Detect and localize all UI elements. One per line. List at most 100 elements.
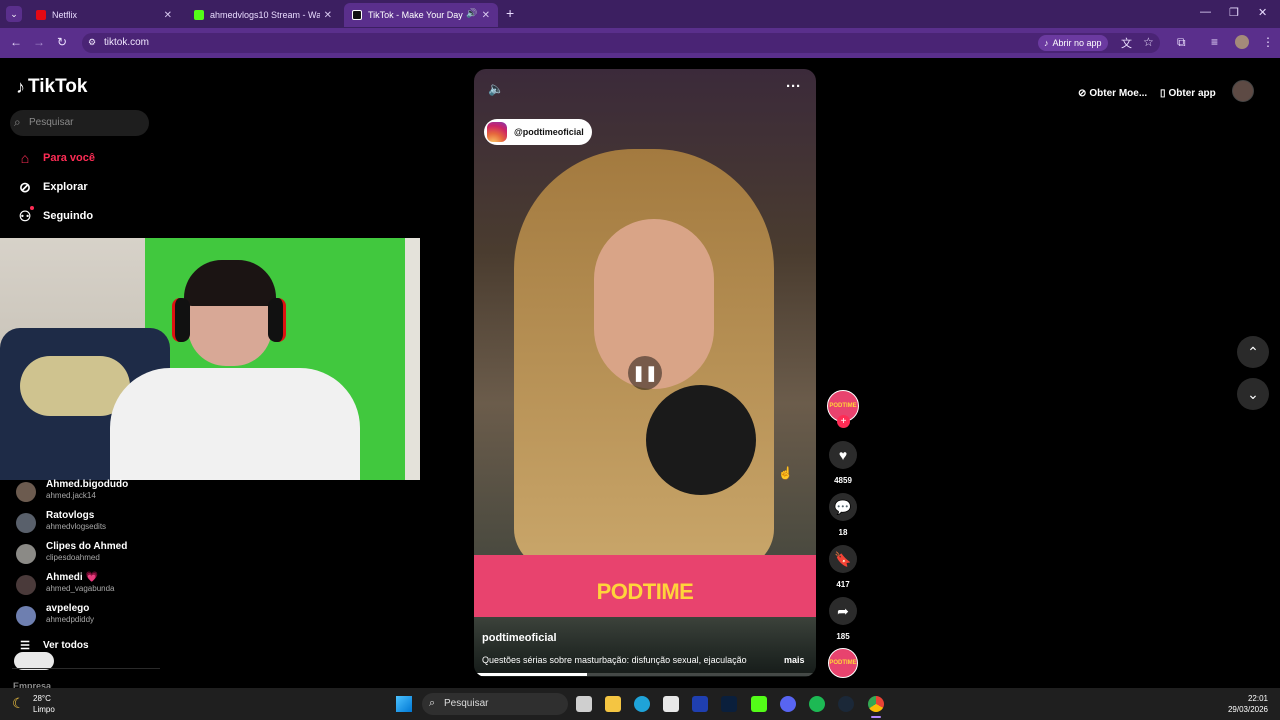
follow-plus-icon[interactable]: + <box>837 415 850 428</box>
minimize-icon[interactable]: — <box>1200 6 1211 18</box>
weather-temp: 28°C <box>33 694 51 703</box>
extensions-icon[interactable]: ⧉ <box>1177 35 1186 50</box>
account-handle: clipesdoahmed <box>46 553 100 562</box>
start-button[interactable] <box>396 696 412 712</box>
tab-netflix[interactable]: Netflix ✕ <box>28 4 180 26</box>
taskbar-search-placeholder: Pesquisar <box>444 698 489 709</box>
speaker-icon[interactable]: 🔊 <box>466 8 477 19</box>
share-button[interactable]: ➦ <box>829 597 857 625</box>
photoshop-icon[interactable] <box>721 696 737 712</box>
nav-following[interactable]: ⚇ Seguindo <box>16 205 93 227</box>
mute-icon[interactable]: 🔈 <box>488 81 504 97</box>
headphones <box>172 298 190 342</box>
share-count: 185 <box>836 632 850 641</box>
more-link[interactable]: mais <box>784 655 805 665</box>
save-count: 417 <box>836 580 850 589</box>
topic-handle: @podtimeoficial <box>514 127 584 137</box>
save-button[interactable]: 🔖 <box>829 545 857 573</box>
netflix-icon <box>36 10 46 20</box>
get-coins-button[interactable]: ⊘ Obter Moe... <box>1072 80 1153 106</box>
previous-video-button[interactable]: ⌃ <box>1237 336 1269 368</box>
following-user-icon: ⚇ <box>18 207 32 224</box>
user-avatar[interactable] <box>1232 80 1254 102</box>
progress-fill <box>474 673 587 676</box>
banner-text: PODTIME <box>596 579 694 604</box>
tab-tiktok[interactable]: TikTok - Make Your Day 🔊 ✕ <box>344 3 498 27</box>
podtime-banner: PODTIME <box>474 555 816 617</box>
coin-icon: ⊘ <box>1078 87 1087 99</box>
notification-dot <box>30 206 34 210</box>
tiktok-logo[interactable]: ♪ TikTok <box>16 76 87 98</box>
site-info-icon[interactable]: ⚙ <box>88 37 96 48</box>
video-caption: podtimeoficial Questões sérias sobre mas… <box>474 617 816 677</box>
search-input[interactable]: ⌕ Pesquisar <box>10 110 149 136</box>
steam-icon[interactable] <box>838 696 854 712</box>
next-video-button[interactable]: ⌄ <box>1237 378 1269 410</box>
task-view-icon[interactable] <box>576 696 592 712</box>
close-tab-icon[interactable]: ✕ <box>164 10 172 21</box>
tiktok-icon <box>352 10 362 20</box>
avatar <box>16 513 36 533</box>
tab-search-dropdown[interactable]: ⌄ <box>6 6 22 22</box>
avatar-text: PODTIME <box>829 403 857 409</box>
reload-icon[interactable]: ↻ <box>57 35 67 49</box>
edge-icon[interactable] <box>634 696 650 712</box>
get-app-button[interactable]: ▯ Obter app <box>1154 80 1222 106</box>
address-bar[interactable]: ⚙ tiktok.com <box>82 33 1160 53</box>
nav-label: Explorar <box>43 181 88 193</box>
close-tab-icon[interactable]: ✕ <box>324 10 332 21</box>
nav-for-you[interactable]: ⌂ Para você <box>16 147 95 169</box>
like-button[interactable]: ♥ <box>829 441 857 469</box>
weather-desc: Limpo <box>33 705 55 714</box>
bookmark-star-icon[interactable]: ☆ <box>1143 35 1154 49</box>
video-progress-bar[interactable] <box>474 673 816 676</box>
translate-icon[interactable]: 文 <box>1121 35 1132 51</box>
webcam-overlay <box>0 238 420 480</box>
video-player[interactable]: 🔈 ··· @podtimeoficial ❚❚ PODTIME podtime… <box>474 69 816 677</box>
streamer-shirt <box>110 368 360 480</box>
menu-kebab-icon[interactable]: ⋮ <box>1262 35 1274 49</box>
phone-icon: ▯ <box>1160 87 1166 99</box>
weather-icon: ☾ <box>12 695 25 711</box>
tab-kick-stream[interactable]: ahmedvlogs10 Stream - Watch ✕ <box>186 4 340 26</box>
tiktok-icon: ♪ <box>1044 38 1049 48</box>
discord-icon[interactable] <box>780 696 796 712</box>
system-clock[interactable]: 22:01 29/03/2026 <box>1220 693 1268 715</box>
mouse-cursor-icon: ☝ <box>778 466 793 480</box>
account-name: Clipes do Ahmed <box>46 541 128 552</box>
restore-icon[interactable]: ❐ <box>1229 6 1239 19</box>
comment-button[interactable]: 💬 <box>829 493 857 521</box>
account-handle: ahmedpdiddy <box>46 615 95 624</box>
open-in-app-button[interactable]: ♪ Abrir no app <box>1038 35 1108 51</box>
taskbar-search-input[interactable]: ⌕ Pesquisar <box>422 693 568 715</box>
close-tab-icon[interactable]: ✕ <box>482 10 490 21</box>
account-handle: ahmed.jack14 <box>46 491 96 500</box>
file-explorer-icon[interactable] <box>605 696 621 712</box>
nav-explore[interactable]: ⊘ Explorar <box>16 176 88 198</box>
chrome-icon[interactable] <box>868 696 884 712</box>
video-description: Questões sérias sobre masturbação: disfu… <box>482 655 747 665</box>
more-options-icon[interactable]: ··· <box>786 78 801 95</box>
media-control-icon[interactable]: ≡ <box>1211 35 1218 49</box>
new-tab-button[interactable]: + <box>506 5 514 21</box>
store-icon[interactable] <box>663 696 679 712</box>
account-name: Ratovlogs <box>46 510 95 521</box>
windows-taskbar: ☾ 28°C Limpo ⌕ Pesquisar 22:01 29/03/202… <box>0 688 1280 720</box>
divider <box>12 668 160 669</box>
close-window-icon[interactable]: ✕ <box>1258 6 1267 19</box>
account-handle: ahmedvlogsedits <box>46 522 107 531</box>
music-disc-avatar[interactable]: PODTIME <box>828 648 858 678</box>
back-icon[interactable]: ← <box>10 35 22 49</box>
vegas-icon[interactable] <box>692 696 708 712</box>
kick-icon[interactable] <box>751 696 767 712</box>
account-name: Ahmedi 💗 <box>46 572 98 583</box>
forward-icon[interactable]: → <box>33 35 45 49</box>
profile-avatar[interactable] <box>1235 35 1249 49</box>
video-author[interactable]: podtimeoficial <box>482 632 557 644</box>
spotify-icon[interactable] <box>809 696 825 712</box>
pause-button[interactable]: ❚❚ <box>628 356 662 390</box>
logo-text: TikTok <box>28 76 88 97</box>
like-count: 4859 <box>834 476 852 485</box>
tab-title: ahmedvlogs10 Stream - Watch <box>210 10 320 20</box>
avatar <box>16 544 36 564</box>
